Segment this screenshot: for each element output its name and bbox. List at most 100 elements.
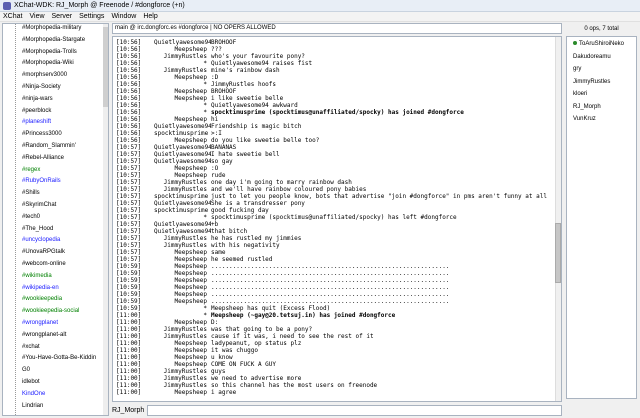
chat-nick[interactable]: Meepsheep [154, 347, 211, 354]
chat-nick[interactable]: JimmyRustles [154, 53, 211, 60]
chat-nick[interactable]: Quietlyawesome94 [154, 200, 211, 207]
channel-item[interactable]: #Morphopedia-Stargate [22, 37, 85, 43]
chat-nick[interactable]: Quietlyawesome94 [154, 228, 211, 235]
chat-nick[interactable]: * [154, 102, 211, 109]
channel-item[interactable]: #planeshift [22, 119, 51, 125]
chat-nick[interactable]: * [154, 109, 211, 116]
menu-xchat[interactable]: XChat [3, 13, 22, 20]
chat-nick[interactable]: JimmyRustles [154, 375, 211, 382]
channel-item[interactable]: #Morphopedia-Wiki [22, 60, 74, 66]
channel-item[interactable]: #wikimedia [22, 273, 52, 279]
channel-item[interactable]: #xchat [22, 344, 40, 350]
chat-nick[interactable]: spocktimusprime [154, 207, 211, 214]
chat-nick[interactable]: * [154, 214, 211, 221]
chat-nick[interactable]: Meepsheep [154, 116, 211, 123]
chat-nick[interactable]: * [154, 305, 211, 312]
chat-nick[interactable]: Quietlyawesome94 [154, 151, 211, 158]
chat-nick[interactable]: Meepsheep [154, 319, 211, 326]
user-item[interactable]: Dakudoreamu [573, 54, 611, 60]
chat-view[interactable]: [10:56] Quietlyawesome94 BROHOOF [10:56] Mee… [112, 36, 562, 402]
message-input[interactable] [147, 404, 562, 416]
chat-nick[interactable]: JimmyRustles [154, 382, 211, 389]
chat-nick[interactable]: Meepsheep [154, 165, 211, 172]
chat-nick[interactable]: Meepsheep [154, 361, 211, 368]
chat-nick[interactable]: JimmyRustles [154, 368, 211, 375]
channel-item[interactable]: #wikipedia-en [22, 285, 59, 291]
channel-item[interactable]: #RubyOnRails [22, 178, 61, 184]
chat-nick[interactable]: JimmyRustles [154, 333, 211, 340]
chat-nick[interactable]: Meepsheep [154, 284, 211, 291]
chat-nick[interactable]: * [154, 81, 211, 88]
chat-nick[interactable]: JimmyRustles [154, 235, 211, 242]
chat-nick[interactable]: Meepsheep [154, 95, 211, 102]
channel-item[interactable]: #wookieepedia-social [22, 308, 79, 314]
channel-item[interactable]: #You-Have-Gotta-Be-Kiddin [22, 355, 96, 361]
channel-item[interactable]: #uncyclopedia [22, 237, 60, 243]
chat-scrollbar[interactable] [555, 37, 561, 401]
chat-nick[interactable]: JimmyRustles [154, 179, 211, 186]
channel-item[interactable]: G0 [22, 367, 30, 373]
chat-nick[interactable]: JimmyRustles [154, 186, 211, 193]
channel-item[interactable]: #Morphopedia-military [22, 25, 81, 31]
channel-item[interactable]: #Random_Slammin' [22, 143, 76, 149]
user-item[interactable]: kloeri [573, 91, 587, 97]
chat-nick[interactable]: Meepsheep [154, 249, 211, 256]
menu-server[interactable]: Server [52, 13, 73, 20]
nick-button[interactable]: RJ_Morph [112, 407, 144, 414]
channel-item[interactable]: idlebot [22, 379, 40, 385]
channel-item[interactable]: #wookieepedia [22, 296, 62, 302]
user-item[interactable]: gry [573, 66, 581, 72]
chat-nick[interactable]: Meepsheep [154, 277, 211, 284]
chat-nick[interactable]: Meepsheep [154, 172, 211, 179]
channel-item[interactable]: #wrongplanet [22, 320, 58, 326]
chat-nick[interactable]: Meepsheep [154, 354, 211, 361]
menu-window[interactable]: Window [111, 13, 136, 20]
chat-nick[interactable]: Quietlyawesome94 [154, 158, 211, 165]
chat-nick[interactable]: Meepsheep [154, 298, 211, 305]
channel-item[interactable]: #peerblock [22, 108, 51, 114]
channel-tree[interactable]: #Morphopedia-military #Morphopedia-Starga… [2, 23, 109, 416]
channel-scrollbar[interactable] [103, 24, 108, 415]
channel-item[interactable]: KindOne [22, 391, 45, 397]
user-list[interactable]: ToAruShiroiNeko Dakudoreamu gry JimmyRustle… [566, 36, 637, 399]
menu-help[interactable]: Help [143, 13, 157, 20]
chat-nick[interactable]: Meepsheep [154, 263, 211, 270]
channel-item[interactable]: #UnovaRPGtalk [22, 249, 65, 255]
channel-item[interactable]: #ninja-wars [22, 96, 53, 102]
chat-nick[interactable]: Meepsheep [154, 389, 211, 396]
chat-nick[interactable]: Meepsheep [154, 256, 211, 263]
chat-nick[interactable]: Meepsheep [154, 270, 211, 277]
channel-item[interactable]: #wrongplanet-alt [22, 332, 66, 338]
channel-item[interactable]: #Morphopedia-Trolls [22, 49, 77, 55]
user-item[interactable]: ToAruShiroiNeko [573, 41, 624, 47]
chat-nick[interactable]: Meepsheep [154, 291, 211, 298]
user-item[interactable]: VunKruz [573, 116, 596, 122]
chat-nick[interactable]: spocktimusprime [154, 193, 211, 200]
user-item[interactable]: JimmyRustles [573, 79, 610, 85]
channel-scrollbar-thumb[interactable] [103, 27, 108, 107]
menu-view[interactable]: View [29, 13, 44, 20]
channel-item[interactable]: #The_Hood [22, 226, 53, 232]
chat-nick[interactable]: Meepsheep [154, 46, 211, 53]
menu-settings[interactable]: Settings [79, 13, 104, 20]
chat-nick[interactable]: * [154, 312, 211, 319]
user-item[interactable]: RJ_Morph [573, 104, 601, 110]
channel-item[interactable]: Lindrian [22, 403, 43, 409]
chat-nick[interactable]: JimmyRustles [154, 67, 211, 74]
chat-nick[interactable]: Meepsheep [154, 137, 211, 144]
chat-nick[interactable]: Meepsheep [154, 340, 211, 347]
channel-item[interactable]: #Shills [22, 190, 40, 196]
chat-nick[interactable]: Quietlyawesome94 [154, 39, 211, 46]
channel-item[interactable]: #regex [22, 167, 40, 173]
chat-nick[interactable]: Quietlyawesome94 [154, 144, 211, 151]
channel-item[interactable]: #morphserv3000 [22, 72, 67, 78]
channel-item[interactable]: #SkyrimChat [22, 202, 56, 208]
chat-nick[interactable]: Meepsheep [154, 74, 211, 81]
channel-item[interactable]: #tech0 [22, 214, 40, 220]
chat-nick[interactable]: spocktimusprime [154, 130, 211, 137]
chat-nick[interactable]: Meepsheep [154, 88, 211, 95]
chat-scrollbar-thumb[interactable] [555, 223, 561, 283]
chat-nick[interactable]: JimmyRustles [154, 242, 211, 249]
chat-nick[interactable]: * [154, 60, 211, 67]
channel-item[interactable]: #Ninja-Society [22, 84, 61, 90]
